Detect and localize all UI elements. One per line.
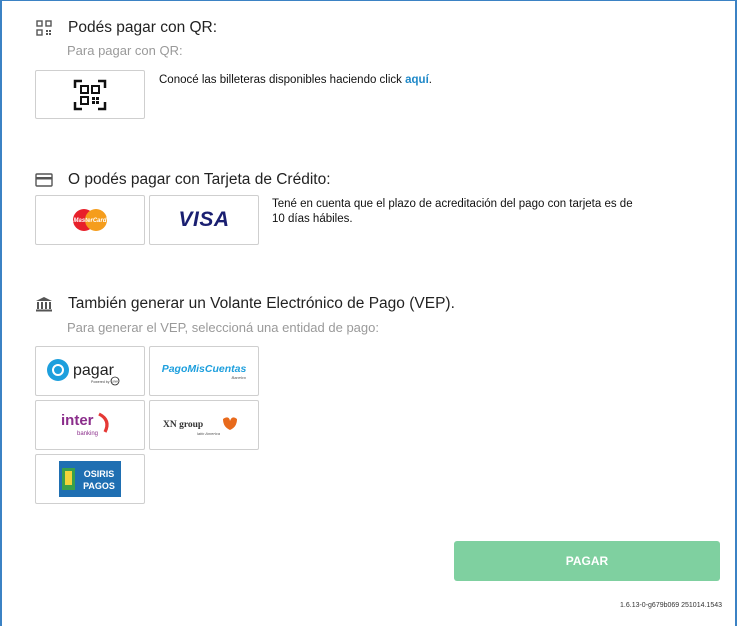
qr-section-title: Podés pagar con QR: [68,19,218,36]
card-note-line1: Tené en cuenta que el plazo de acreditac… [272,198,633,210]
version-label: 1.6.13-0-g679b069 251014.1543 [620,602,722,609]
qr-code-icon [34,18,54,38]
xn-latin-america: latin America [197,431,221,436]
qr-scan-icon [73,79,107,110]
osiris-pagos-text: PAGOS [83,481,115,491]
pagar-powered: Powered by [91,380,110,384]
card-note-line2: 10 días hábiles. [272,213,353,225]
qr-note-text: Conocé las billeteras disponibles hacien… [159,74,406,86]
card-section-title: O podés pagar con Tarjeta de Crédito: [68,171,331,188]
pmc-banelco: Banelco [232,375,247,380]
qr-note: Conocé las billeteras disponibles hacien… [159,73,432,88]
card-section-header: O podés pagar con Tarjeta de Crédito: [34,170,331,190]
mastercard-logo: MasterCard [73,209,107,231]
pagar-option[interactable]: pagar Powered by LINK [35,346,145,396]
qr-note-end: . [428,74,432,86]
vep-section-header: También generar un Volante Electrónico d… [34,294,455,314]
pmc-text: PagoMisCuentas [162,363,247,375]
qr-subtitle: Para pagar con QR: [67,43,183,58]
interbanking-logo: inter banking [61,412,109,437]
xn-text: XN group [163,420,203,430]
pay-button[interactable]: PAGAR [454,541,720,581]
pagar-link-badge: LINK [112,380,119,384]
osiris-pagos-logo: OSIRIS PAGOS [59,461,121,497]
interbanking-option[interactable]: inter banking [35,400,145,450]
wallets-link[interactable]: aquí [405,74,429,86]
pagomiscuentas-logo: PagoMisCuentas Banelco [162,363,247,380]
pagar-logo: pagar Powered by LINK [47,359,120,386]
pagar-text: pagar [73,362,115,379]
qr-section-header: Podés pagar con QR: [34,18,217,38]
credit-card-icon [34,170,54,190]
mastercard-label: MasterCard [73,218,106,224]
card-note: Tené en cuenta que el plazo de acreditac… [272,197,633,227]
inter-banking-text: banking [77,431,98,437]
vep-subtitle: Para generar el VEP, seleccioná una enti… [67,320,379,335]
osiris-option[interactable]: OSIRIS PAGOS [35,454,145,504]
pagomiscuentas-option[interactable]: PagoMisCuentas Banelco [149,346,259,396]
visa-option[interactable]: VISA [149,195,259,245]
xngroup-logo: XN group latin America [163,417,237,436]
vep-section-title: También generar un Volante Electrónico d… [68,295,455,312]
qr-option-card[interactable] [35,70,145,119]
inter-text: inter [61,412,94,429]
bank-icon [34,294,54,314]
mastercard-option[interactable]: MasterCard [35,195,145,245]
osiris-text: OSIRIS [84,469,115,479]
visa-logo: VISA [178,208,230,231]
xngroup-option[interactable]: XN group latin America [149,400,259,450]
